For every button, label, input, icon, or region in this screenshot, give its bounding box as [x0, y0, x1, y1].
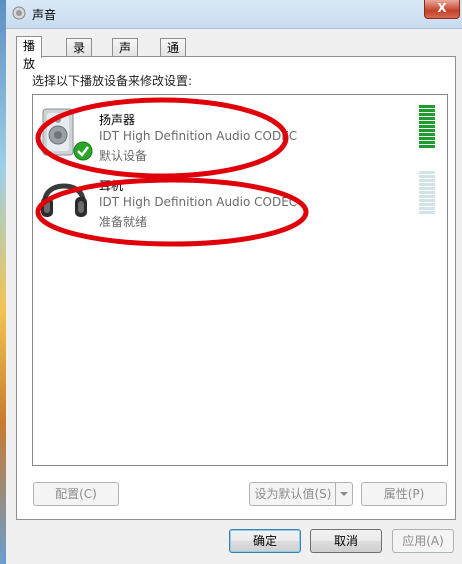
- meter-segment: [419, 145, 435, 148]
- window-title: 声音: [32, 8, 57, 22]
- set-default-label: 设为默认值(S): [254, 487, 332, 501]
- device-item-speakers[interactable]: 扬声器 IDT High Definition Audio CODEC 默认设备: [35, 101, 445, 163]
- meter-segment: [419, 187, 435, 190]
- meter-segment: [419, 121, 435, 124]
- headphones-icon: [41, 183, 87, 217]
- meter-segment: [419, 207, 435, 210]
- meter-segment: [419, 117, 435, 120]
- meter-segment: [419, 133, 435, 136]
- meter-segment: [419, 195, 435, 198]
- meter-segment: [419, 179, 435, 182]
- tab-sounds[interactable]: 声音: [112, 38, 139, 73]
- configure-button[interactable]: 配置(C): [33, 482, 119, 506]
- meter-segment: [419, 203, 435, 206]
- meter-segment: [419, 129, 435, 132]
- meter-segment: [419, 211, 435, 214]
- device-list: 扬声器 IDT High Definition Audio CODEC 默认设备…: [32, 94, 448, 466]
- close-button[interactable]: X: [424, 0, 460, 19]
- meter-segment: [419, 105, 435, 108]
- default-check-icon: [73, 141, 93, 161]
- tab-playback[interactable]: 播放: [16, 36, 43, 71]
- meter-segment: [419, 175, 435, 178]
- meter-segment: [419, 137, 435, 140]
- volume-meter: [419, 105, 435, 151]
- background-strip: [0, 0, 6, 564]
- meter-segment: [419, 125, 435, 128]
- device-description: IDT High Definition Audio CODEC: [99, 195, 298, 209]
- title-bar: 声音 X: [6, 0, 462, 29]
- meter-segment: [419, 191, 435, 194]
- meter-segment: [419, 113, 435, 116]
- device-status: 准备就绪: [99, 215, 148, 229]
- chevron-down-icon[interactable]: [335, 483, 352, 505]
- cancel-button[interactable]: 取消: [310, 529, 382, 553]
- meter-segment: [419, 109, 435, 112]
- device-status: 默认设备: [99, 149, 148, 163]
- meter-segment: [419, 171, 435, 174]
- meter-segment: [419, 141, 435, 144]
- instruction-text: 选择以下播放设备来修改设置:: [32, 74, 193, 88]
- ok-button[interactable]: 确定: [229, 529, 301, 553]
- meter-segment: [419, 183, 435, 186]
- apply-button[interactable]: 应用(A): [392, 529, 454, 553]
- device-name: 耳机: [99, 179, 124, 193]
- tab-recording[interactable]: 录制: [66, 38, 93, 73]
- tab-communications[interactable]: 通信: [160, 38, 187, 73]
- set-default-button[interactable]: 设为默认值(S): [249, 482, 353, 506]
- meter-segment: [419, 199, 435, 202]
- properties-button[interactable]: 属性(P): [361, 482, 447, 506]
- volume-meter: [419, 171, 435, 217]
- device-name: 扬声器: [99, 113, 136, 127]
- device-description: IDT High Definition Audio CODEC: [99, 129, 298, 143]
- sound-app-icon: [12, 6, 26, 20]
- device-item-headphones[interactable]: 耳机 IDT High Definition Audio CODEC 准备就绪: [35, 167, 445, 229]
